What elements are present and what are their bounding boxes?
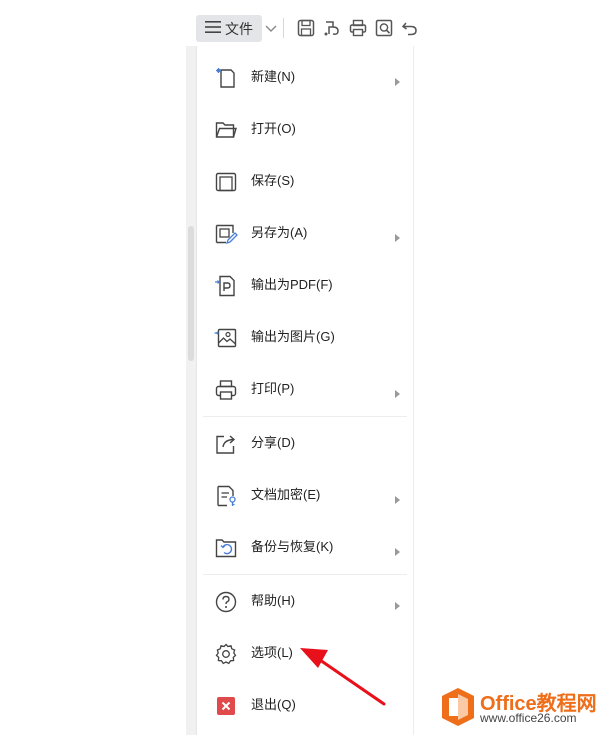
chevron-right-icon — [395, 491, 401, 504]
help-icon — [214, 590, 238, 614]
annotation-arrow-icon — [300, 648, 386, 706]
chevron-right-icon — [395, 229, 401, 242]
save-icon — [214, 170, 238, 194]
menu-icon — [205, 20, 221, 38]
screenshot-page: 文件 新建(N) 打开(O) 保存(S) 另存为(A) 输出为PDF(F) 输出… — [0, 0, 602, 735]
print-preview-icon[interactable] — [374, 18, 394, 38]
menu-item-encrypt[interactable]: 文档加密(E) — [197, 469, 413, 521]
document-encrypt-icon — [214, 484, 238, 508]
file-menu-label: 文件 — [225, 20, 253, 37]
exit-icon — [214, 694, 238, 718]
file-menu-button[interactable]: 文件 — [196, 15, 262, 42]
menu-item-label: 文档加密(E) — [251, 487, 321, 502]
chevron-right-icon — [395, 543, 401, 556]
folder-open-icon — [214, 118, 238, 142]
document-background — [186, 46, 196, 735]
menu-item-label: 分享(D) — [251, 435, 296, 450]
undo-icon[interactable] — [400, 18, 420, 38]
save-as-cloud-icon[interactable] — [322, 18, 342, 38]
export-image-icon — [214, 326, 238, 350]
menu-item-open[interactable]: 打开(O) — [197, 103, 413, 155]
menu-item-label: 输出为PDF(F) — [251, 277, 333, 292]
watermark-logo: Office教程网 www.office26.com — [438, 685, 602, 729]
export-pdf-icon — [214, 274, 238, 298]
chevron-right-icon — [395, 597, 401, 610]
menu-item-label: 新建(N) — [251, 69, 296, 84]
menu-item-label: 备份与恢复(K) — [251, 539, 334, 554]
watermark-url: www.office26.com — [480, 711, 577, 725]
print-icon[interactable] — [348, 18, 368, 38]
menu-item-label: 另存为(A) — [251, 225, 308, 240]
save-icon[interactable] — [296, 18, 316, 38]
quick-access-toolbar: 文件 — [186, 0, 602, 46]
menu-item-label: 帮助(H) — [251, 593, 296, 608]
print-icon — [214, 378, 238, 402]
save-as-icon — [214, 222, 238, 246]
document-scrollbar[interactable] — [188, 226, 194, 361]
menu-item-share[interactable]: 分享(D) — [197, 417, 413, 469]
menu-item-label: 输出为图片(G) — [251, 329, 335, 344]
gear-icon — [214, 642, 238, 666]
toolbar-divider — [283, 18, 284, 38]
office-logo-icon — [442, 688, 474, 726]
share-icon — [214, 432, 238, 456]
new-file-icon — [214, 66, 238, 90]
backup-restore-icon — [214, 536, 238, 560]
menu-item-backup-restore[interactable]: 备份与恢复(K) — [197, 521, 413, 573]
menu-item-export-pdf[interactable]: 输出为PDF(F) — [197, 259, 413, 311]
menu-item-help[interactable]: 帮助(H) — [197, 575, 413, 627]
chevron-right-icon — [395, 73, 401, 86]
menu-item-label: 打开(O) — [251, 121, 296, 136]
chevron-down-icon[interactable] — [265, 22, 277, 36]
menu-item-export-image[interactable]: 输出为图片(G) — [197, 311, 413, 363]
file-menu-panel: 新建(N) 打开(O) 保存(S) 另存为(A) 输出为PDF(F) 输出为图片… — [196, 46, 414, 735]
menu-item-print[interactable]: 打印(P) — [197, 363, 413, 415]
menu-item-label: 选项(L) — [251, 645, 293, 660]
menu-item-save[interactable]: 保存(S) — [197, 155, 413, 207]
menu-item-new[interactable]: 新建(N) — [197, 51, 413, 103]
menu-item-save-as[interactable]: 另存为(A) — [197, 207, 413, 259]
chevron-right-icon — [395, 385, 401, 398]
menu-item-label: 打印(P) — [251, 381, 295, 396]
menu-item-label: 保存(S) — [251, 173, 295, 188]
